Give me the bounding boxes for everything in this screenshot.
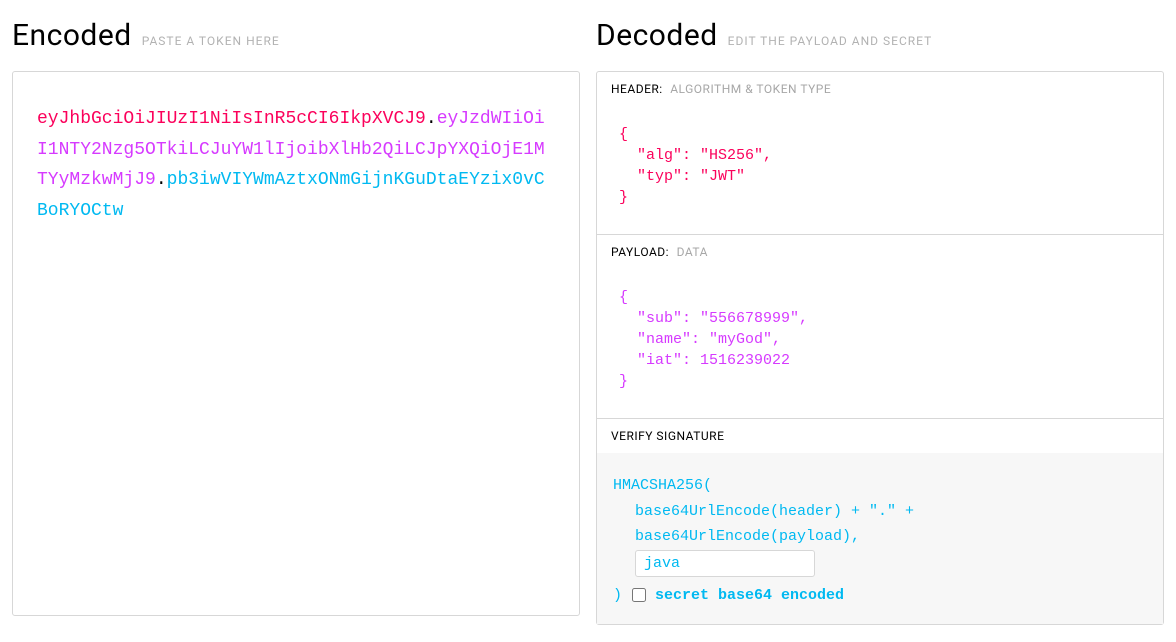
signature-line-payload: base64UrlEncode(payload), [613,524,1147,550]
decoded-column: Decoded EDIT THE PAYLOAD AND SECRET HEAD… [588,0,1172,625]
payload-section-head: PAYLOAD: DATA [597,235,1163,269]
encoded-token-input[interactable]: eyJhbGciOiJIUzI1NiIsInR5cCI6IkpXVCJ9.eyJ… [13,72,579,258]
header-json-editor[interactable]: { "alg": "HS256", "typ": "JWT" } [597,106,1163,234]
payload-section-sub: DATA [677,245,708,259]
secret-input[interactable] [635,550,815,577]
signature-section-head: VERIFY SIGNATURE [597,419,1163,453]
signature-line-header: base64UrlEncode(header) + "." + [613,499,1147,525]
signature-body: HMACSHA256( base64UrlEncode(header) + ".… [597,453,1163,624]
payload-section: PAYLOAD: DATA { "sub": "556678999", "nam… [597,235,1163,419]
signature-section: VERIFY SIGNATURE HMACSHA256( base64UrlEn… [597,419,1163,624]
token-dot: . [156,170,167,190]
decoded-hint: EDIT THE PAYLOAD AND SECRET [728,34,933,48]
secret-base64-label: secret base64 encoded [655,583,844,609]
encoded-title: Encoded [12,18,132,53]
payload-json-editor[interactable]: { "sub": "556678999", "name": "myGod", "… [597,269,1163,418]
encoded-panel: eyJhbGciOiJIUzI1NiIsInR5cCI6IkpXVCJ9.eyJ… [12,71,580,616]
decoded-title: Decoded [596,18,718,53]
token-dot: . [426,109,437,129]
header-section-sub: ALGORITHM & TOKEN TYPE [670,82,831,96]
encoded-column: Encoded PASTE A TOKEN HERE eyJhbGciOiJIU… [4,0,588,625]
encoded-hint: PASTE A TOKEN HERE [142,34,280,48]
token-header-part: eyJhbGciOiJIUzI1NiIsInR5cCI6IkpXVCJ9 [37,109,426,129]
decoded-panel: HEADER: ALGORITHM & TOKEN TYPE { "alg": … [596,71,1164,625]
header-section-label: HEADER: [611,82,663,96]
signature-fn-close: ) [613,583,622,609]
header-section-head: HEADER: ALGORITHM & TOKEN TYPE [597,72,1163,106]
signature-fn-open: HMACSHA256( [613,473,1147,499]
payload-section-label: PAYLOAD: [611,245,669,259]
header-section: HEADER: ALGORITHM & TOKEN TYPE { "alg": … [597,72,1163,235]
decoded-heading: Decoded EDIT THE PAYLOAD AND SECRET [596,18,1164,53]
secret-base64-checkbox[interactable] [632,588,646,602]
encoded-heading: Encoded PASTE A TOKEN HERE [12,18,580,53]
signature-section-label: VERIFY SIGNATURE [611,429,724,443]
